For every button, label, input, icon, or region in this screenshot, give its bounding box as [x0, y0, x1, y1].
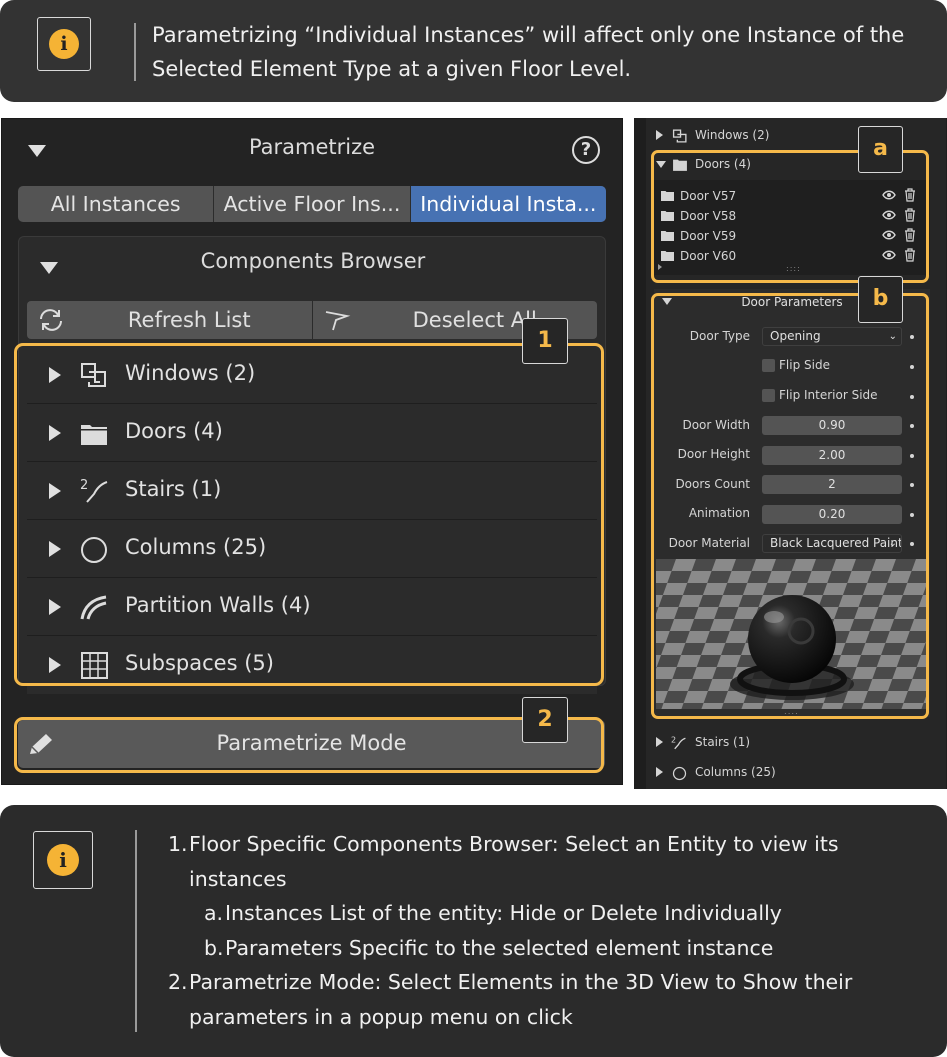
- list-text: Floor Specific Components Browser: Selec…: [189, 832, 839, 891]
- callout-badge-2: 2: [522, 697, 568, 743]
- tab-individual-instances[interactable]: Individual Insta...: [410, 186, 606, 222]
- sub-list-item: b. Parameters Specific to the selected e…: [168, 931, 928, 966]
- list-item: 1. Floor Specific Components Browser: Se…: [168, 827, 928, 896]
- tab-active-floor-instances[interactable]: Active Floor Ins...: [214, 186, 411, 222]
- browser-actions: Refresh List Deselect All: [27, 301, 597, 339]
- list-text: Instances List of the entity: Hide or De…: [225, 901, 782, 925]
- callout-badge-1: 1: [522, 318, 568, 364]
- highlight-components-list: [14, 343, 604, 686]
- list-text: Parametrize Mode: Select Elements in the…: [189, 970, 853, 1029]
- refresh-list-label: Refresh List: [127, 308, 251, 332]
- info-banner-top: i Parametrizing “Individual Instances” w…: [0, 0, 947, 102]
- info-text: Parametrizing “Individual Instances” wil…: [152, 23, 905, 81]
- parametrize-header[interactable]: Parametrize ?: [2, 119, 622, 179]
- panel-title: Parametrize: [248, 135, 376, 159]
- list-item-label: Columns (25): [695, 765, 776, 779]
- svg-text:2: 2: [671, 735, 676, 744]
- stairs-icon: 2: [671, 735, 686, 750]
- expand-triangle-icon[interactable]: [656, 767, 663, 777]
- list-item-label: Windows (2): [695, 128, 770, 142]
- callout-badge-b: b: [858, 276, 903, 323]
- list-text: Parameters Specific to the selected elem…: [225, 935, 774, 960]
- highlight-door-parameters: [651, 293, 929, 719]
- tab-all-instances[interactable]: All Instances: [18, 186, 215, 222]
- refresh-list-button[interactable]: Refresh List: [27, 301, 313, 339]
- divider: [135, 830, 137, 1032]
- callout-badge-a: a: [858, 126, 903, 173]
- list-number: a.: [204, 901, 224, 925]
- components-browser-title: Components Browser: [200, 249, 426, 273]
- list-item-columns[interactable]: Columns (25): [646, 765, 936, 781]
- list-item-stairs[interactable]: 2 Stairs (1): [646, 735, 936, 751]
- info-icon: i: [33, 831, 93, 889]
- list-number: 2.: [168, 970, 188, 994]
- list-item-label: Stairs (1): [695, 735, 751, 749]
- info-banner-bottom: i 1. Floor Specific Components Browser: …: [0, 805, 947, 1057]
- sub-list-item: a. Instances List of the entity: Hide or…: [168, 896, 928, 931]
- instance-mode-tabs: All Instances Active Floor Ins... Indivi…: [18, 186, 606, 222]
- list-item: 2. Parametrize Mode: Select Elements in …: [168, 965, 928, 1034]
- windows-icon: [672, 129, 687, 143]
- info-icon: i: [37, 17, 91, 71]
- expand-triangle-icon[interactable]: [656, 737, 663, 747]
- expand-triangle-icon[interactable]: [656, 130, 663, 140]
- column-circle-icon: [672, 766, 687, 781]
- list-number: b.: [204, 935, 224, 960]
- list-number: 1.: [168, 832, 188, 856]
- highlight-parametrize-mode: [14, 717, 604, 773]
- divider: [134, 23, 136, 81]
- help-icon[interactable]: ?: [572, 136, 600, 164]
- instructions-list: 1. Floor Specific Components Browser: Se…: [168, 827, 928, 1034]
